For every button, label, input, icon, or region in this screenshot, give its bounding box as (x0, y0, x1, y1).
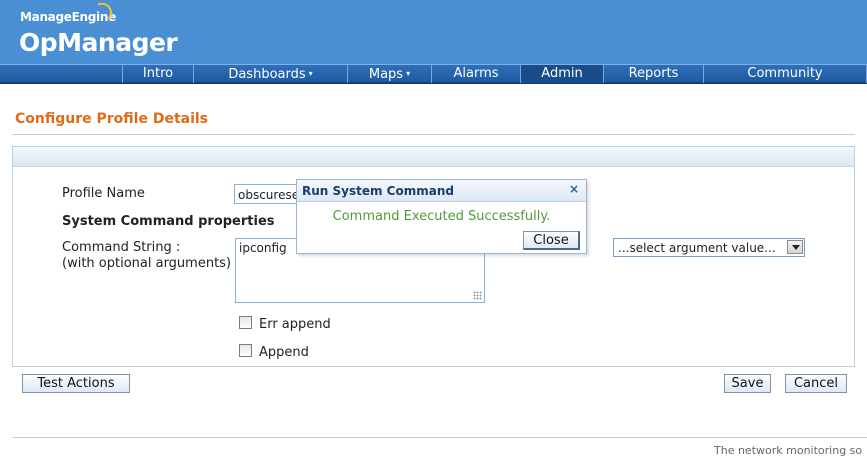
err-append-label: Err append (259, 317, 331, 332)
test-actions-button[interactable]: Test Actions (22, 374, 130, 393)
product-logo-text: OpManager (19, 28, 178, 57)
dialog-title: Run System Command (302, 184, 454, 198)
dialog-header: Run System Command × (297, 180, 586, 202)
dialog-message: Command Executed Successfully. (332, 209, 551, 224)
chevron-down-icon: ▾ (406, 69, 411, 78)
nav-tab-label: Reports (628, 66, 679, 81)
footer-text: The network monitoring so (714, 444, 863, 457)
append-checkbox[interactable] (239, 344, 252, 357)
err-append-checkbox[interactable] (239, 316, 252, 329)
nav-tab-label: Admin (541, 66, 583, 81)
save-button[interactable]: Save (724, 374, 771, 393)
chevron-down-icon: ▾ (308, 69, 313, 78)
command-string-value: ipconfig (239, 241, 287, 255)
dropdown-arrow-icon[interactable] (787, 240, 803, 254)
nav-tab-maps[interactable]: Maps ▾ (347, 65, 431, 83)
command-string-hint: (with optional arguments) (62, 256, 232, 271)
dialog-close-button[interactable]: Close (523, 231, 580, 250)
profile-name-input[interactable]: obscurese (234, 184, 304, 204)
cancel-button[interactable]: Cancel (785, 374, 847, 393)
app-header: ManageEngine OpManager (0, 0, 867, 64)
argument-select[interactable]: ...select argument value... (613, 238, 805, 257)
run-command-dialog: Run System Command × Command Executed Su… (296, 179, 587, 254)
section-heading: System Command properties (62, 214, 275, 229)
title-divider (12, 134, 855, 135)
main-navbar: Intro Dashboards ▾ Maps ▾ Alarms Admin Rep… (0, 64, 867, 84)
nav-tab-label: Intro (142, 66, 174, 81)
resize-grip-icon[interactable] (473, 291, 482, 300)
nav-tab-intro[interactable]: Intro (122, 65, 193, 83)
command-string-label: Command String : (62, 240, 181, 255)
argument-select-value: ...select argument value... (618, 241, 776, 255)
nav-tab-dashboards[interactable]: Dashboards ▾ (193, 65, 347, 83)
nav-tab-label: Dashboards (228, 67, 306, 82)
nav-tab-label: Maps (368, 67, 404, 82)
close-icon[interactable]: × (569, 182, 579, 196)
footer-divider (12, 437, 867, 438)
nav-tab-reports[interactable]: Reports (603, 65, 703, 83)
nav-tab-label: Community (747, 66, 823, 81)
nav-tab-community[interactable]: Community (703, 65, 866, 83)
nav-tab-alarms[interactable]: Alarms (431, 65, 520, 83)
append-label: Append (259, 345, 309, 360)
nav-tab-admin[interactable]: Admin (520, 65, 603, 83)
panel-header-bar (13, 147, 854, 167)
profile-name-label: Profile Name (62, 186, 145, 201)
page-title: Configure Profile Details (15, 111, 209, 127)
nav-tab-label: Alarms (453, 66, 499, 81)
